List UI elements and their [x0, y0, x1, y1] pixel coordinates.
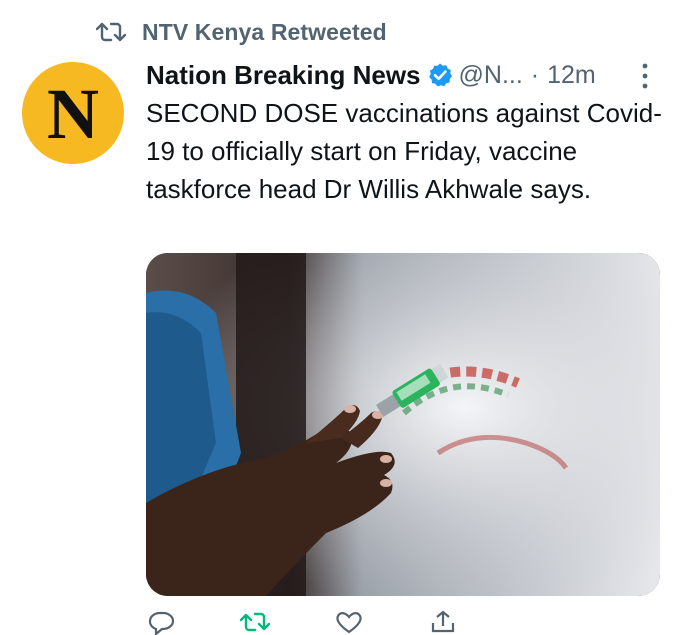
tweet-photo[interactable] — [146, 253, 660, 596]
retweet-button[interactable] — [240, 612, 270, 632]
retweet-icon — [240, 612, 270, 632]
retweet-banner[interactable]: NTV Kenya Retweeted — [96, 14, 387, 50]
share-icon — [431, 610, 455, 633]
separator-dot: · — [530, 60, 540, 89]
share-button[interactable] — [428, 610, 458, 633]
avatar[interactable]: N — [22, 62, 124, 164]
heart-icon — [336, 612, 362, 634]
reply-icon — [148, 611, 175, 635]
timestamp[interactable]: 12m — [547, 61, 596, 90]
tweet-header: Nation Breaking News @N... · 12m — [146, 56, 656, 94]
verified-badge-icon — [428, 63, 452, 87]
handle[interactable]: @N... — [459, 61, 523, 90]
avatar-letter: N — [47, 74, 99, 154]
tweet-text: SECOND DOSE vaccinations against Covid-1… — [146, 98, 662, 204]
display-name[interactable]: Nation Breaking News — [146, 60, 421, 91]
like-button[interactable] — [334, 612, 364, 634]
vaccine-vial-photo — [146, 253, 660, 596]
reply-button[interactable] — [146, 611, 176, 635]
retweet-icon — [96, 22, 126, 42]
tweet-actions — [146, 610, 656, 635]
retweeted-by-label: NTV Kenya Retweeted — [142, 18, 387, 45]
more-options-icon[interactable] — [640, 62, 650, 90]
